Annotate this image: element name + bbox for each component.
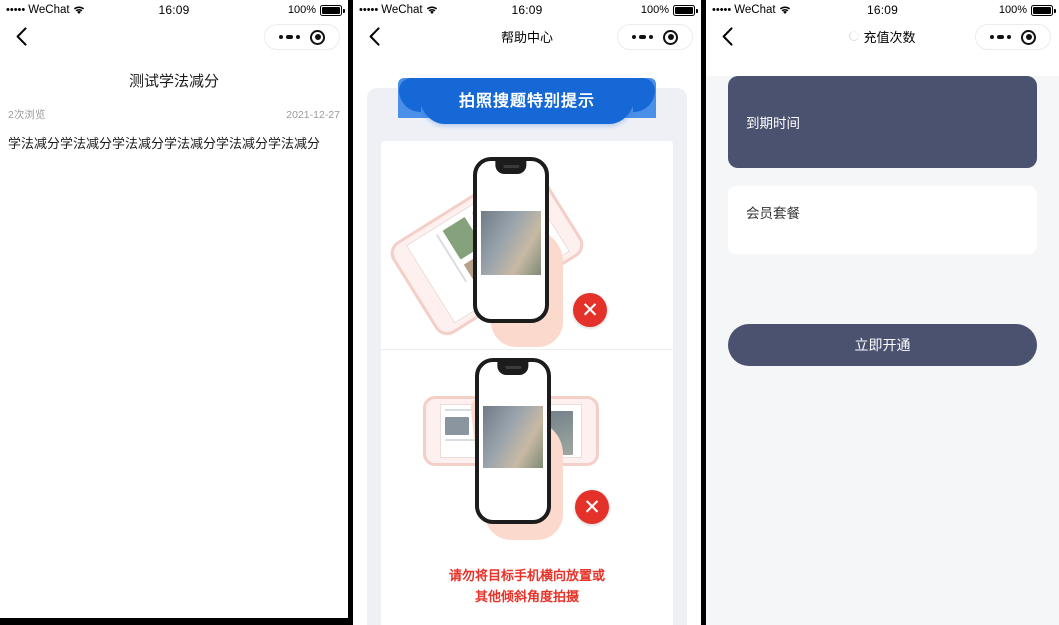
close-target-icon[interactable] [1021, 29, 1036, 45]
wifi-icon [426, 5, 438, 15]
article-body-text: 学法减分学法减分学法减分学法减分学法减分学法减分 [8, 136, 321, 151]
battery-icon [673, 4, 698, 16]
status-bar: ••••• WeChat 16:09 100% [706, 0, 1059, 20]
wifi-icon [779, 5, 791, 15]
help-panel: ✕ ✕ 请勿将目标手机横向放置或 其他倾斜角度拍摄 [367, 88, 687, 625]
battery-percent-label: 100% [998, 4, 1027, 16]
signal-dots-icon: ••••• [359, 3, 379, 16]
panel-divider-1 [348, 0, 353, 625]
expiry-card: 到期时间 [728, 76, 1037, 168]
phone-notch [497, 362, 529, 375]
help-card: ✕ ✕ 请勿将目标手机横向放置或 其他倾斜角度拍摄 [381, 141, 673, 625]
article-meta: 2次浏览 2021-12-27 [8, 107, 340, 122]
camera-phone-black [475, 358, 551, 524]
battery-icon [320, 4, 345, 16]
battery-percent-label: 100% [287, 4, 316, 16]
more-menu-icon[interactable] [990, 35, 1011, 39]
illustration-tilted-phone: ✕ [381, 141, 673, 349]
phone-screen-help-center: ••••• WeChat 16:09 100% 帮助中心 ✕ ✕ 请勿将目标手机… [353, 0, 701, 625]
wechat-capsule-menu[interactable] [975, 24, 1051, 50]
battery-icon [1031, 4, 1056, 16]
warning-line-1: 请勿将目标手机横向放置或 [448, 568, 605, 583]
panel-divider-2 [701, 0, 706, 625]
back-button[interactable] [714, 23, 740, 49]
status-bar-left: ••••• WeChat [712, 4, 867, 16]
warning-line-2: 其他倾斜角度拍摄 [474, 588, 579, 604]
nav-bar [0, 20, 348, 52]
wechat-capsule-menu[interactable] [264, 24, 340, 50]
warning-text: 请勿将目标手机横向放置或 其他倾斜角度拍摄 [381, 558, 673, 618]
clock-label: 16:09 [866, 3, 899, 17]
status-bar-left: ••••• WeChat [359, 4, 511, 16]
carrier-label: WeChat [734, 4, 776, 16]
carrier-label: WeChat [28, 4, 70, 16]
illustration-horizontal-phone: ✕ [381, 349, 673, 558]
view-count-label: 2次浏览 [8, 109, 46, 121]
wifi-icon [73, 5, 85, 15]
back-button[interactable] [361, 23, 387, 49]
more-menu-icon[interactable] [632, 35, 653, 39]
status-bar-left: ••••• WeChat [6, 4, 158, 16]
open-membership-button[interactable]: 立即开通 [728, 324, 1037, 366]
back-button[interactable] [8, 23, 34, 49]
article-title: 测试学法减分 [128, 73, 219, 90]
status-bar: ••••• WeChat 16:09 100% [353, 0, 701, 20]
recharge-body: 到期时间 会员套餐 立即开通 [706, 76, 1059, 625]
camera-phone-black [473, 157, 549, 323]
phone-notch [495, 161, 527, 174]
camera-viewfinder-content [481, 211, 541, 275]
nav-bar: 充值次数 [706, 20, 1059, 52]
article-date-label: 2021-12-27 [286, 108, 340, 121]
banner-title: 拍照搜题特别提示 [399, 78, 655, 124]
more-menu-icon[interactable] [279, 35, 300, 39]
wechat-capsule-menu[interactable] [617, 24, 693, 50]
status-bar-right: 100% [543, 4, 698, 16]
signal-dots-icon: ••••• [6, 3, 26, 16]
carrier-label: WeChat [381, 4, 423, 16]
status-bar-right: 100% [190, 4, 345, 16]
status-bar-right: 100% [898, 4, 1056, 16]
page-title: 充值次数 [863, 29, 916, 45]
member-plan-label: 会员套餐 [746, 206, 800, 221]
phone-screen-article: ••••• WeChat 16:09 100% 测试学法减分 2次浏览 2021… [0, 0, 348, 618]
clock-label: 16:09 [158, 3, 190, 17]
close-target-icon[interactable] [663, 29, 678, 45]
phone-screen-recharge: ••••• WeChat 16:09 100% 充值次数 到期时间 会员套餐 立… [706, 0, 1059, 625]
member-plan-card[interactable]: 会员套餐 [728, 186, 1037, 254]
banner-zone: 拍照搜题特别提示 [353, 52, 701, 124]
loading-spinner-icon [849, 31, 860, 41]
signal-dots-icon: ••••• [712, 3, 732, 16]
open-membership-label: 立即开通 [854, 337, 911, 353]
three-phone-screenshots: ••••• WeChat 16:09 100% 测试学法减分 2次浏览 2021… [0, 0, 1059, 625]
article-content: 测试学法减分 2次浏览 2021-12-27 学法减分学法减分学法减分学法减分学… [0, 70, 348, 155]
error-x-badge: ✕ [575, 490, 609, 524]
camera-viewfinder-content [483, 406, 543, 468]
nav-bar: 帮助中心 [353, 20, 701, 52]
help-center-body: ✕ ✕ 请勿将目标手机横向放置或 其他倾斜角度拍摄 拍照搜题特别提示 [353, 52, 701, 625]
close-target-icon[interactable] [310, 29, 325, 45]
clock-label: 16:09 [511, 3, 543, 17]
battery-percent-label: 100% [640, 4, 669, 16]
expiry-label: 到期时间 [746, 116, 800, 131]
error-x-badge: ✕ [573, 293, 607, 327]
status-bar: ••••• WeChat 16:09 100% [0, 0, 348, 20]
